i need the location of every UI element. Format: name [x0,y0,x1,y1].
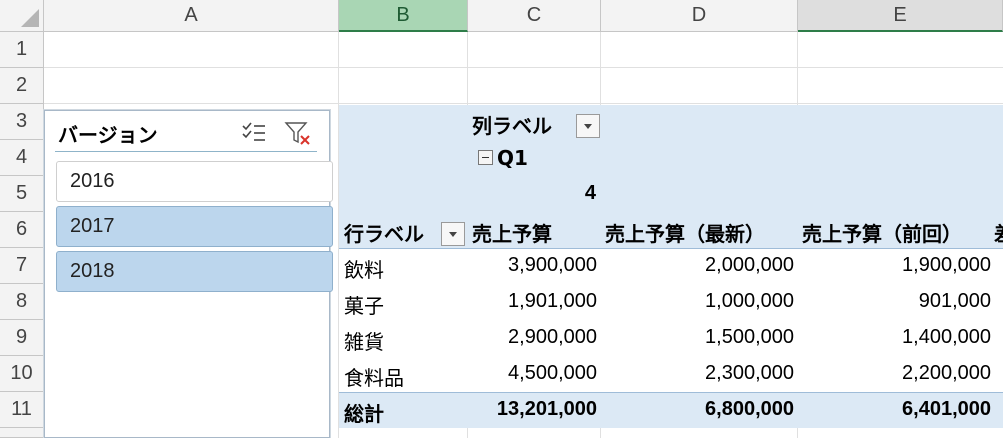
pivot-total-divider [339,392,1003,393]
pivot-total-label[interactable]: 総計 [344,398,384,427]
pivot-value-cell[interactable]: 3,900,000 [468,254,597,277]
select-all-corner[interactable] [0,0,44,32]
column-header-d[interactable]: D [601,0,798,32]
grid-hline [44,103,1003,104]
row-header-3[interactable]: 3 [0,104,44,140]
row-header-6[interactable]: 6 [0,212,44,248]
pivot-value-cell[interactable]: 2,200,000 [798,362,991,385]
multi-select-icon[interactable] [239,119,269,147]
slicer-header-divider [55,151,317,152]
pivot-total-cell[interactable]: 6,401,000 [798,398,991,421]
pivot-row-label[interactable]: 行ラベル [344,218,424,247]
pivot-value-cell[interactable]: 901,000 [798,290,991,313]
select-all-triangle-icon [21,9,39,27]
pivot-value-cell[interactable]: 1,500,000 [601,326,794,349]
slicer-title: バージョン [58,123,158,147]
slicer-item-2017[interactable]: 2017 [56,206,333,247]
column-header-a[interactable]: A [44,0,339,32]
pivot-header-budget-previous[interactable]: 売上予算（前回） [802,218,962,247]
pivot-value-cell[interactable]: 4,500,000 [468,362,597,385]
slicer-item-2016[interactable]: 2016 [56,161,333,202]
row-header-8[interactable]: 8 [0,284,44,320]
pivot-row-label-cell[interactable]: 雑貨 [344,326,384,355]
row-header-11[interactable]: 11 [0,392,44,428]
column-label-dropdown-icon[interactable] [576,114,600,138]
row-header-7[interactable]: 7 [0,248,44,284]
pivot-value-cell[interactable]: 2,000,000 [601,254,794,277]
clear-filter-icon[interactable] [283,119,313,147]
pivot-row-label-cell[interactable]: 菓子 [344,290,384,319]
row-header-12[interactable] [0,428,44,438]
pivot-header-divider [339,248,1003,249]
pivot-value-cell[interactable]: 1,400,000 [798,326,991,349]
grid-hline [44,67,1003,68]
column-header-b[interactable]: B [339,0,468,32]
slicer-item-2018[interactable]: 2018 [56,251,333,292]
row-header-10[interactable]: 10 [0,356,44,392]
pivot-quarter-label[interactable]: Q1 [497,146,528,170]
collapse-minus-icon[interactable] [478,150,493,165]
row-header-9[interactable]: 9 [0,320,44,356]
pivot-total-cell[interactable]: 6,800,000 [601,398,794,421]
pivot-header-budget[interactable]: 売上予算 [472,218,552,247]
pivot-header-budget-latest[interactable]: 売上予算（最新） [605,218,765,247]
pivot-value-cell[interactable]: 2,900,000 [468,326,597,349]
pivot-header-overflow[interactable]: 差 [994,218,1003,247]
pivot-month-label[interactable]: 4 [468,182,596,205]
pivot-value-cell[interactable]: 1,901,000 [468,290,597,313]
pivot-row-label-cell[interactable]: 食料品 [344,362,404,391]
column-header-c[interactable]: C [468,0,601,32]
row-header-1[interactable]: 1 [0,32,44,68]
row-header-2[interactable]: 2 [0,68,44,104]
row-label-dropdown-icon[interactable] [441,222,465,246]
pivot-row-label-cell[interactable]: 飲料 [344,254,384,283]
pivot-column-label[interactable]: 列ラベル [472,110,552,139]
row-header-5[interactable]: 5 [0,176,44,212]
pivot-total-cell[interactable]: 13,201,000 [468,398,597,421]
version-slicer[interactable]: バージョン 2016 2017 2018 [44,110,333,438]
pivot-value-cell[interactable]: 1,000,000 [601,290,794,313]
column-header-e[interactable]: E [798,0,1003,32]
row-header-4[interactable]: 4 [0,140,44,176]
pivot-value-cell[interactable]: 1,900,000 [798,254,991,277]
pivot-value-cell[interactable]: 2,300,000 [601,362,794,385]
